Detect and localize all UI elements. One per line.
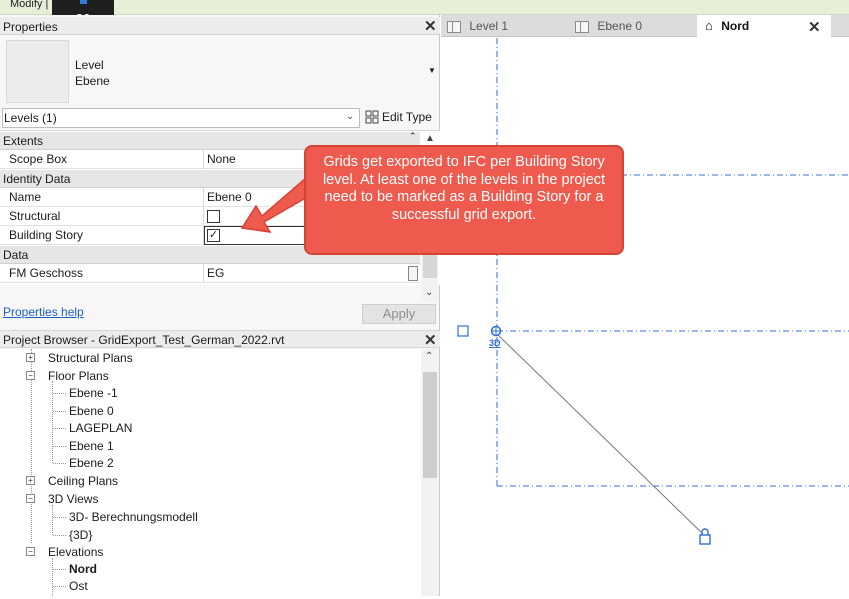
type-family-label: Level [75, 58, 104, 72]
tree-connector [53, 393, 66, 394]
tree-connector [53, 411, 66, 412]
tree-connector [53, 535, 66, 536]
tree-node-nord[interactable]: Nord [69, 562, 97, 576]
structural-checkbox[interactable] [207, 210, 220, 223]
tree-node-ebene-2[interactable]: Ebene 2 [69, 456, 114, 470]
tree-node-label: Structural Plans [48, 351, 133, 365]
tree-node-3d-default[interactable]: {3D} [69, 528, 92, 542]
ribbon-bar [0, 0, 849, 15]
tree-connector [53, 428, 66, 429]
drawing-svg [457, 38, 849, 545]
scroll-up-icon[interactable]: ▲ [425, 133, 435, 144]
column-divider [203, 207, 204, 226]
callout-annotation: Grids get exported to IFC per Building S… [304, 145, 624, 255]
tree-node-label: Floor Plans [48, 369, 109, 383]
tree-node-label: Elevations [48, 545, 104, 559]
tree-connector [53, 517, 66, 518]
tree-guide-line [52, 505, 53, 535]
type-selector-chevron-down-icon[interactable]: ▼ [428, 66, 436, 75]
tree-connector [53, 446, 66, 447]
tab-label: Ebene 0 [597, 19, 643, 33]
project-browser-scroll-thumb[interactable] [423, 372, 437, 478]
fm-geschoss-browse-icon[interactable] [408, 266, 418, 281]
properties-close-icon[interactable]: ✕ [424, 17, 437, 35]
column-divider [203, 264, 204, 283]
name-label: Name [9, 190, 42, 204]
tree-connector [53, 463, 66, 464]
tree-node-ebene-1[interactable]: Ebene 1 [69, 439, 114, 453]
expand-icon[interactable]: + [26, 353, 35, 362]
column-divider [203, 188, 204, 207]
grip-square-icon [457, 325, 469, 337]
apply-button[interactable]: Apply [362, 304, 436, 324]
tree-node-label: Ceiling Plans [48, 474, 119, 488]
project-browser-title: Project Browser - GridExport_Test_German… [3, 333, 285, 347]
tab-ebene-0[interactable]: Ebene 0 [575, 15, 642, 37]
tab-label: Level 1 [469, 19, 509, 33]
floor-plan-icon [447, 20, 461, 33]
scroll-down-icon[interactable]: ⌄ [425, 287, 433, 298]
type-name-label: Ebene [75, 74, 110, 88]
drawing-canvas[interactable]: 3D [441, 38, 849, 596]
tree-guide-line [52, 558, 53, 596]
type-preview-image [6, 40, 69, 103]
project-browser-tree: + Structural Plans − Floor Plans Ebene -… [0, 349, 421, 596]
collapse-icon[interactable]: − [26, 547, 35, 556]
tree-node-ost[interactable]: Ost [69, 579, 88, 593]
3d-extents-tag[interactable]: 3D [489, 338, 501, 348]
expand-icon[interactable]: + [26, 476, 35, 485]
properties-title: Properties [3, 20, 58, 34]
close-tab-icon[interactable]: ✕ [808, 18, 821, 36]
row-fm-geschoss[interactable]: FM Geschoss EG [0, 264, 420, 283]
scope-box-value[interactable]: None [207, 152, 236, 166]
chevron-down-icon[interactable]: ⌄ [346, 111, 354, 122]
building-story-label: Building Story [9, 228, 84, 242]
properties-help-link[interactable]: Properties help [3, 305, 84, 319]
structural-label: Structural [9, 209, 61, 223]
edit-type-button[interactable]: Edit Type [382, 110, 432, 124]
section-diagonal-line [496, 333, 704, 535]
badge-accent [80, 0, 87, 4]
tree-node-3d-berechnungsmodell[interactable]: 3D- Berechnungsmodell [69, 510, 198, 524]
tree-node-lageplan[interactable]: LAGEPLAN [69, 421, 132, 435]
column-divider [203, 150, 204, 169]
tab-level-1[interactable]: Level 1 [447, 15, 508, 37]
properties-header [0, 17, 440, 35]
collapse-sections-icon[interactable]: ⌃ [409, 131, 417, 142]
scope-box-label: Scope Box [9, 152, 68, 166]
floor-plan-icon [575, 20, 589, 33]
tab-nord[interactable]: ⌂ Nord [705, 15, 749, 37]
elevation-house-icon: ⌂ [705, 18, 713, 33]
tree-connector [53, 569, 66, 570]
tree-node-label: 3D Views [48, 492, 99, 506]
collapse-icon[interactable]: − [26, 371, 35, 380]
tree-connector [53, 586, 66, 587]
collapse-icon[interactable]: − [26, 494, 35, 503]
fm-geschoss-value[interactable]: EG [207, 266, 224, 280]
tab-label: Nord [721, 19, 750, 33]
scroll-up-icon[interactable]: ⌃ [425, 351, 433, 362]
building-story-checkbox[interactable]: ✓ [207, 229, 220, 242]
tree-node-ebene-minus-1[interactable]: Ebene -1 [69, 386, 118, 400]
fm-geschoss-label: FM Geschoss [9, 266, 84, 280]
instance-filter-value: Levels (1) [4, 111, 57, 125]
project-browser-close-icon[interactable]: ✕ [424, 331, 437, 349]
edit-type-icon[interactable] [365, 110, 379, 124]
tree-node-ebene-0[interactable]: Ebene 0 [69, 404, 114, 418]
lock-icon [699, 534, 711, 545]
